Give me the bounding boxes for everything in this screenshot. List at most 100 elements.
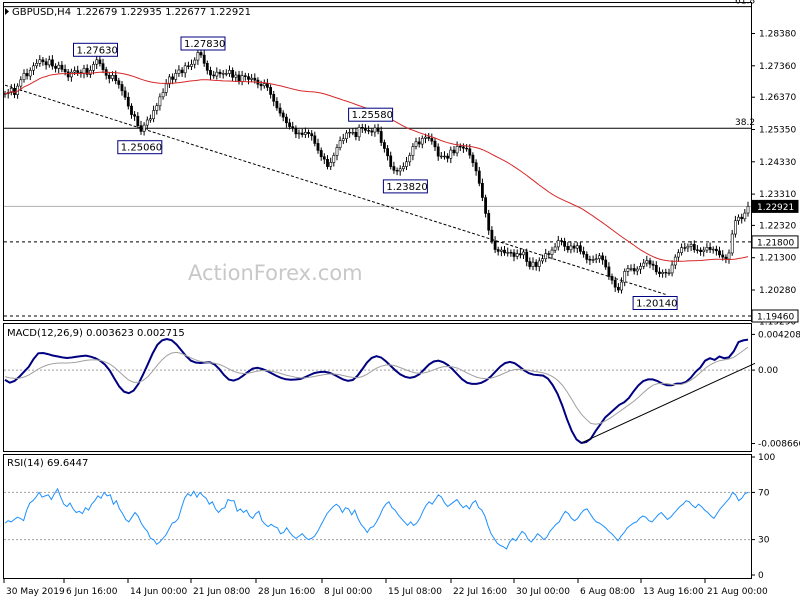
candle-body xyxy=(107,75,111,79)
candle-body xyxy=(651,263,655,266)
price-level-tag-label: 1.22921 xyxy=(757,203,794,213)
candle-body xyxy=(307,132,310,134)
candlestick-series xyxy=(3,48,750,294)
candle-body xyxy=(616,286,620,291)
time-tick-label: 21 Aug 00:00 xyxy=(707,587,768,597)
candle-body xyxy=(455,146,459,154)
candle-body xyxy=(158,96,162,107)
candle-body xyxy=(474,162,478,172)
candle-body xyxy=(120,84,124,92)
candle-body xyxy=(269,87,273,95)
price-y-axis: 1.28380 1.27360 1.26370 1.25350 1.24330 1.233… xyxy=(751,30,799,327)
candle-body xyxy=(512,252,516,257)
candle-body xyxy=(145,119,149,126)
candle-body xyxy=(553,246,557,251)
rsi-tick-label: 70 xyxy=(758,488,770,498)
candle-body xyxy=(265,83,269,88)
symbol-arrow-icon xyxy=(5,8,9,15)
candle-body xyxy=(654,264,658,273)
candle-body xyxy=(41,59,45,62)
candle-body xyxy=(212,74,216,77)
candle-body xyxy=(509,252,513,254)
candle-body xyxy=(272,94,276,102)
candle-body xyxy=(721,254,725,258)
candle-body xyxy=(136,115,140,126)
price-tick-label: 1.22320 xyxy=(759,221,796,231)
candle-body xyxy=(114,75,118,82)
candle-body xyxy=(382,142,386,149)
candle-body xyxy=(695,249,699,251)
candle-body xyxy=(297,132,301,135)
candle-body xyxy=(360,127,364,129)
candle-body xyxy=(708,247,712,250)
candle-body xyxy=(534,261,538,267)
candle-body xyxy=(635,268,639,272)
candle-body xyxy=(237,74,241,82)
candle-body xyxy=(452,149,456,154)
candle-body xyxy=(525,251,529,262)
price-tick-label: 1.27360 xyxy=(759,62,796,72)
candle-body xyxy=(670,264,674,274)
candle-body xyxy=(82,68,86,74)
candle-body xyxy=(528,261,532,267)
candle-body xyxy=(746,206,750,214)
price-level-tag-label: 1.19460 xyxy=(757,313,794,323)
candle-body xyxy=(345,132,348,139)
candle-body xyxy=(718,250,721,256)
time-tick-label: 13 Aug 16:00 xyxy=(643,587,704,597)
price-tick-label: 1.26370 xyxy=(759,93,796,103)
chart-canvas: ActionForex.com GBPUSD,H4 1.22679 1.2293… xyxy=(3,0,800,597)
candle-body xyxy=(575,245,579,249)
time-axis: 30 May 2019 6 Jun 16:00 14 Jun 00:00 21 Jun… xyxy=(3,579,768,597)
candle-body xyxy=(351,132,355,134)
price-annotations: 1.27630 1.27830 1.25060 1.25580 1.23820 1.201… xyxy=(73,36,678,310)
candle-body xyxy=(692,244,696,251)
candle-body xyxy=(177,69,181,74)
candle-body xyxy=(281,112,285,118)
swing-label: 1.23820 xyxy=(386,182,427,193)
candle-body xyxy=(480,183,484,198)
candle-body xyxy=(54,65,58,69)
macd-trendline xyxy=(581,362,756,444)
ma-line xyxy=(4,71,749,262)
time-tick-label: 8 Jul 00:00 xyxy=(324,587,373,597)
candle-body xyxy=(569,245,573,251)
watermark-text: ActionForex.com xyxy=(188,261,363,285)
candle-body xyxy=(585,254,589,260)
candle-body xyxy=(683,247,687,249)
swing-label: 1.20140 xyxy=(636,299,677,310)
rsi-pane-frame xyxy=(3,454,752,579)
candle-body xyxy=(38,59,42,64)
candle-body xyxy=(221,73,225,75)
price-tick-label: 1.21300 xyxy=(759,254,796,264)
candle-body xyxy=(392,166,396,171)
candle-body xyxy=(446,155,450,159)
candle-body xyxy=(133,114,137,117)
candle-body xyxy=(439,155,443,158)
swing-label: 1.25060 xyxy=(121,143,162,154)
candle-body xyxy=(522,251,525,256)
candle-body xyxy=(477,170,481,184)
candle-body xyxy=(155,105,159,111)
candle-body xyxy=(367,130,371,132)
candle-body xyxy=(193,59,197,65)
candle-body xyxy=(76,70,80,73)
candle-body xyxy=(408,155,412,163)
price-tick-label: 1.23310 xyxy=(759,190,796,200)
candle-body xyxy=(430,138,434,142)
candle-body xyxy=(458,146,462,148)
candle-body xyxy=(291,126,295,129)
candle-body xyxy=(537,260,541,267)
macd-tick-label: 0.004208 xyxy=(758,330,800,340)
candle-body xyxy=(209,70,212,76)
swing-label: 1.25580 xyxy=(352,110,393,121)
rsi-title: RSI(14) 69.6447 xyxy=(7,458,88,469)
candle-body xyxy=(632,268,636,272)
candle-body xyxy=(436,146,440,157)
candle-body xyxy=(218,71,222,75)
candle-body xyxy=(572,245,576,249)
candle-body xyxy=(19,79,23,87)
candle-body xyxy=(243,75,247,77)
macd-title: MACD(12,26,9) 0.003623 0.002715 xyxy=(7,328,185,339)
candle-body xyxy=(70,71,73,78)
